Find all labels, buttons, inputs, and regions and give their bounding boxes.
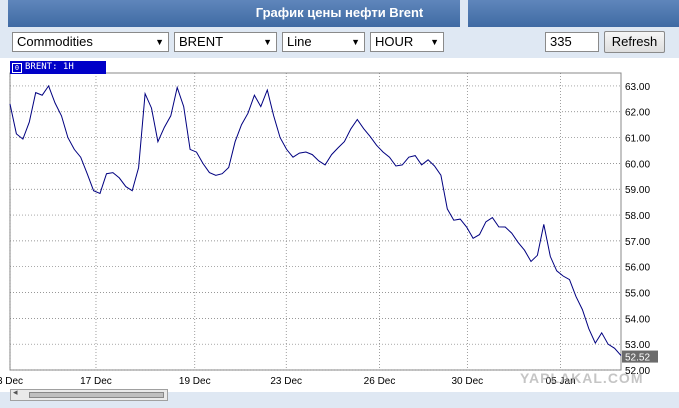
x-tick-label: 17 Dec xyxy=(80,376,112,387)
title-tab-right xyxy=(460,0,468,27)
bars-count-input[interactable]: 335 xyxy=(545,32,599,52)
x-tick-label: 30 Dec xyxy=(451,376,483,387)
y-tick-label: 58.00 xyxy=(625,211,650,222)
y-tick-label: 54.00 xyxy=(625,314,650,325)
y-tick-label: 60.00 xyxy=(625,159,650,170)
price-chart: 63.00 62.00 61.00 60.00 59.00 58.00 57.00 56.00… xyxy=(0,72,658,387)
y-tick-label: 57.00 xyxy=(625,237,650,248)
scroll-left-arrow-icon[interactable]: ◂ xyxy=(13,387,18,398)
refresh-button[interactable]: Refresh xyxy=(604,31,665,53)
chart-type-select[interactable]: Line ▼ xyxy=(282,32,365,52)
chart-legend: 0 BRENT: 1H xyxy=(10,61,106,74)
y-tick-label: 53.00 xyxy=(625,340,650,351)
y-tick-label: 62.00 xyxy=(625,108,650,119)
watermark: YAPLAKAL.COM xyxy=(520,370,644,386)
y-tick-label: 55.00 xyxy=(625,289,650,300)
y-tick-label: 63.00 xyxy=(625,82,650,93)
y-tick-label: 56.00 xyxy=(625,263,650,274)
dropdown-arrow-icon: ▼ xyxy=(351,37,360,47)
scrollbar-thumb[interactable] xyxy=(29,392,164,398)
chart-area: 63.00 62.00 61.00 60.00 59.00 58.00 57.00 56.00… xyxy=(0,58,679,392)
dropdown-arrow-icon: ▼ xyxy=(430,37,439,47)
x-tick-label: 3 Dec xyxy=(0,376,23,387)
y-tick-label: 61.00 xyxy=(625,134,650,145)
plot-frame xyxy=(9,72,622,371)
toolbar: Commodities ▼ BRENT ▼ Line ▼ HOUR ▼ 335 … xyxy=(0,27,679,58)
interval-select[interactable]: HOUR ▼ xyxy=(370,32,444,52)
page-title: График цены нефти Brent xyxy=(255,5,424,20)
legend-box-icon: 0 xyxy=(12,63,22,73)
chart-scrollbar[interactable]: ◂ xyxy=(10,387,168,401)
market-select-value: Commodities xyxy=(17,34,93,49)
x-tick-label: 19 Dec xyxy=(179,376,211,387)
last-price-label: 52.52 xyxy=(625,353,650,364)
y-tick-label: 59.00 xyxy=(625,185,650,196)
dropdown-arrow-icon: ▼ xyxy=(263,37,272,47)
x-tick-label: 26 Dec xyxy=(364,376,396,387)
market-select[interactable]: Commodities ▼ xyxy=(12,32,169,52)
chart-title-bar: График цены нефти Brent xyxy=(0,0,679,27)
dropdown-arrow-icon: ▼ xyxy=(155,37,164,47)
symbol-select[interactable]: BRENT ▼ xyxy=(174,32,277,52)
title-tab-left xyxy=(0,0,8,27)
interval-select-value: HOUR xyxy=(375,34,414,49)
legend-label: BRENT: 1H xyxy=(25,62,74,72)
x-tick-label: 23 Dec xyxy=(270,376,302,387)
chart-type-select-value: Line xyxy=(287,34,312,49)
symbol-select-value: BRENT xyxy=(179,34,224,49)
